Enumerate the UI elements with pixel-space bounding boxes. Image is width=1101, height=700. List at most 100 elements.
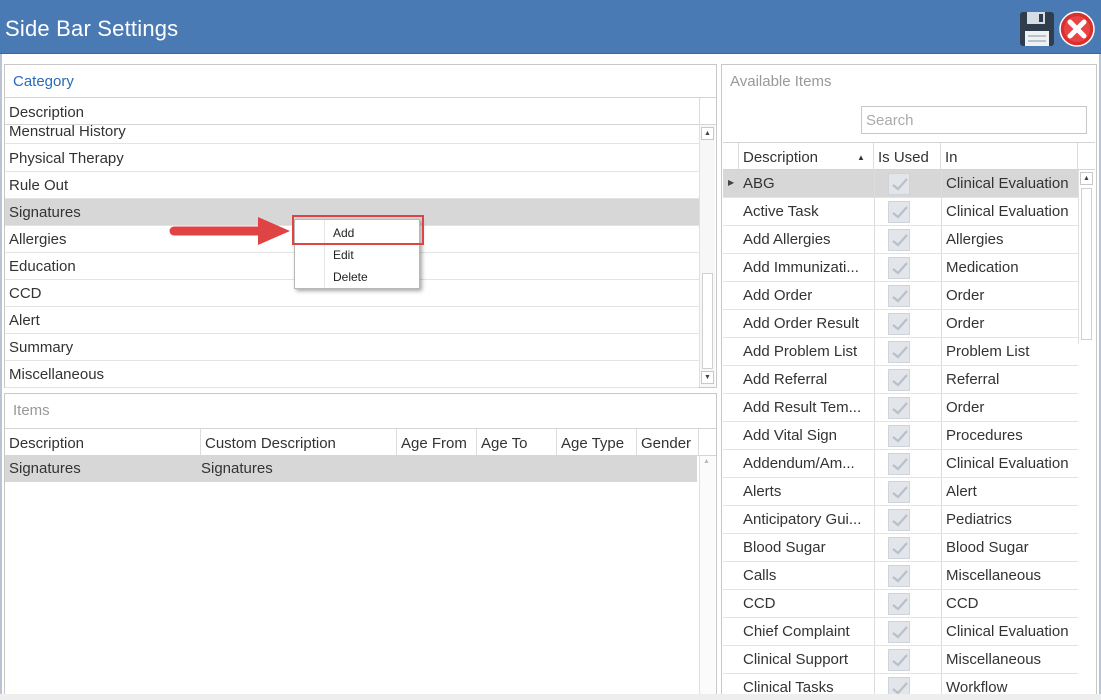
is-used-checkbox[interactable]: [888, 257, 910, 279]
add-highlight-annotation: [292, 215, 424, 245]
items-description-header[interactable]: Description: [5, 429, 201, 456]
items-custom-description-header[interactable]: Custom Description: [201, 429, 397, 456]
is-used-checkbox[interactable]: [888, 201, 910, 223]
checkmark-icon: [892, 402, 908, 415]
available-item-row[interactable]: CCD CCD: [723, 590, 1078, 618]
available-item-row[interactable]: Calls Miscellaneous: [723, 562, 1078, 590]
category-row[interactable]: Rule Out: [5, 172, 699, 199]
available-item-is-used: [874, 394, 940, 421]
available-item-in: Order: [941, 282, 1078, 309]
pointer-arrow-icon: [169, 217, 290, 245]
category-row[interactable]: Summary: [5, 334, 699, 361]
category-grid-header: Description: [5, 97, 716, 125]
floppy-disk-icon: [1020, 12, 1054, 46]
available-item-row[interactable]: Anticipatory Gui... Pediatrics: [723, 506, 1078, 534]
is-used-checkbox[interactable]: [888, 369, 910, 391]
items-gender-header[interactable]: Gender: [637, 429, 699, 456]
bottom-strip: [0, 694, 1101, 700]
is-used-checkbox[interactable]: [888, 593, 910, 615]
items-age-from-header[interactable]: Age From: [397, 429, 477, 456]
is-used-checkbox[interactable]: [888, 565, 910, 587]
close-circle-icon: [1059, 11, 1095, 47]
is-used-checkbox[interactable]: [888, 229, 910, 251]
checkmark-icon: [892, 542, 908, 555]
items-panel: Items Description Custom Description Age…: [4, 393, 717, 695]
sort-ascending-icon: ▲: [857, 153, 865, 162]
available-item-in: Miscellaneous: [941, 562, 1078, 589]
available-item-row[interactable]: Add Immunizati... Medication: [723, 254, 1078, 282]
available-description-header[interactable]: Description ▲: [739, 143, 874, 170]
available-item-row[interactable]: ▶ ABG Clinical Evaluation: [723, 170, 1078, 198]
is-used-checkbox[interactable]: [888, 425, 910, 447]
scroll-up-icon[interactable]: ▲: [701, 127, 714, 140]
available-item-in: Clinical Evaluation: [941, 450, 1078, 477]
available-item-row[interactable]: Blood Sugar Blood Sugar: [723, 534, 1078, 562]
category-row[interactable]: Menstrual History: [5, 124, 699, 144]
available-scrollbar[interactable]: ▲: [1078, 170, 1094, 344]
is-used-checkbox[interactable]: [888, 341, 910, 363]
category-description-header[interactable]: Description: [5, 98, 700, 125]
available-item-row[interactable]: Add Order Order: [723, 282, 1078, 310]
items-row[interactable]: Signatures Signatures: [5, 455, 697, 482]
available-item-description: Active Task: [743, 203, 819, 220]
scroll-up-icon[interactable]: ▲: [703, 458, 710, 465]
available-item-in: Order: [941, 310, 1078, 337]
checkmark-icon: [892, 234, 908, 247]
is-used-checkbox[interactable]: [888, 481, 910, 503]
category-row[interactable]: Physical Therapy: [5, 145, 699, 172]
search-input[interactable]: [861, 106, 1087, 134]
category-row[interactable]: Alert: [5, 307, 699, 334]
available-item-row[interactable]: Clinical Support Miscellaneous: [723, 646, 1078, 674]
is-used-checkbox[interactable]: [888, 397, 910, 419]
available-item-description: Calls: [743, 567, 777, 584]
is-used-checkbox[interactable]: [888, 173, 910, 195]
category-scrollbar[interactable]: ▲ ▼: [699, 125, 715, 387]
available-item-row[interactable]: Add Problem List Problem List: [723, 338, 1078, 366]
available-item-description: Add Allergies: [743, 231, 831, 248]
checkmark-icon: [892, 430, 908, 443]
is-used-checkbox[interactable]: [888, 313, 910, 335]
is-used-checkbox[interactable]: [888, 621, 910, 643]
save-button[interactable]: [1019, 11, 1055, 47]
is-used-checkbox[interactable]: [888, 285, 910, 307]
checkmark-icon: [892, 654, 908, 667]
category-row[interactable]: Miscellaneous: [5, 361, 699, 388]
context-menu-delete[interactable]: Delete: [333, 267, 368, 287]
available-item-row[interactable]: Add Order Result Order: [723, 310, 1078, 338]
scroll-thumb[interactable]: [1081, 188, 1092, 340]
items-age-type-header[interactable]: Age Type: [557, 429, 637, 456]
available-in-header[interactable]: In: [941, 143, 1078, 170]
close-button[interactable]: [1059, 11, 1095, 47]
available-item-row[interactable]: Active Task Clinical Evaluation: [723, 198, 1078, 226]
is-used-checkbox[interactable]: [888, 453, 910, 475]
available-item-row[interactable]: Addendum/Am... Clinical Evaluation: [723, 450, 1078, 478]
scroll-down-icon[interactable]: ▼: [701, 371, 714, 384]
available-item-row[interactable]: Add Result Tem... Order: [723, 394, 1078, 422]
checkmark-icon: [892, 178, 908, 191]
available-grid-header: Description ▲ Is Used In: [723, 142, 1095, 170]
available-item-in: CCD: [941, 590, 1078, 617]
available-item-in: Clinical Evaluation: [941, 618, 1078, 645]
available-item-description: Add Order Result: [743, 315, 859, 332]
checkmark-icon: [892, 514, 908, 527]
available-item-row[interactable]: Add Referral Referral: [723, 366, 1078, 394]
available-item-description: Blood Sugar: [743, 539, 826, 556]
available-is-used-header[interactable]: Is Used: [874, 143, 941, 170]
items-scrollbar[interactable]: ▲: [699, 456, 715, 694]
available-item-is-used: [874, 310, 940, 337]
is-used-checkbox[interactable]: [888, 649, 910, 671]
scroll-thumb[interactable]: [702, 273, 713, 369]
context-menu-edit[interactable]: Edit: [333, 245, 354, 265]
available-item-row[interactable]: Add Vital Sign Procedures: [723, 422, 1078, 450]
available-item-description: CCD: [743, 595, 776, 612]
available-item-row[interactable]: Chief Complaint Clinical Evaluation: [723, 618, 1078, 646]
available-description-header-label: Description: [743, 149, 819, 166]
window-title: Side Bar Settings: [5, 16, 179, 41]
is-used-checkbox[interactable]: [888, 509, 910, 531]
scroll-up-icon[interactable]: ▲: [1080, 172, 1093, 185]
available-item-in: Clinical Evaluation: [941, 170, 1078, 197]
items-age-to-header[interactable]: Age To: [477, 429, 557, 456]
is-used-checkbox[interactable]: [888, 537, 910, 559]
available-item-row[interactable]: Add Allergies Allergies: [723, 226, 1078, 254]
available-item-row[interactable]: Alerts Alert: [723, 478, 1078, 506]
